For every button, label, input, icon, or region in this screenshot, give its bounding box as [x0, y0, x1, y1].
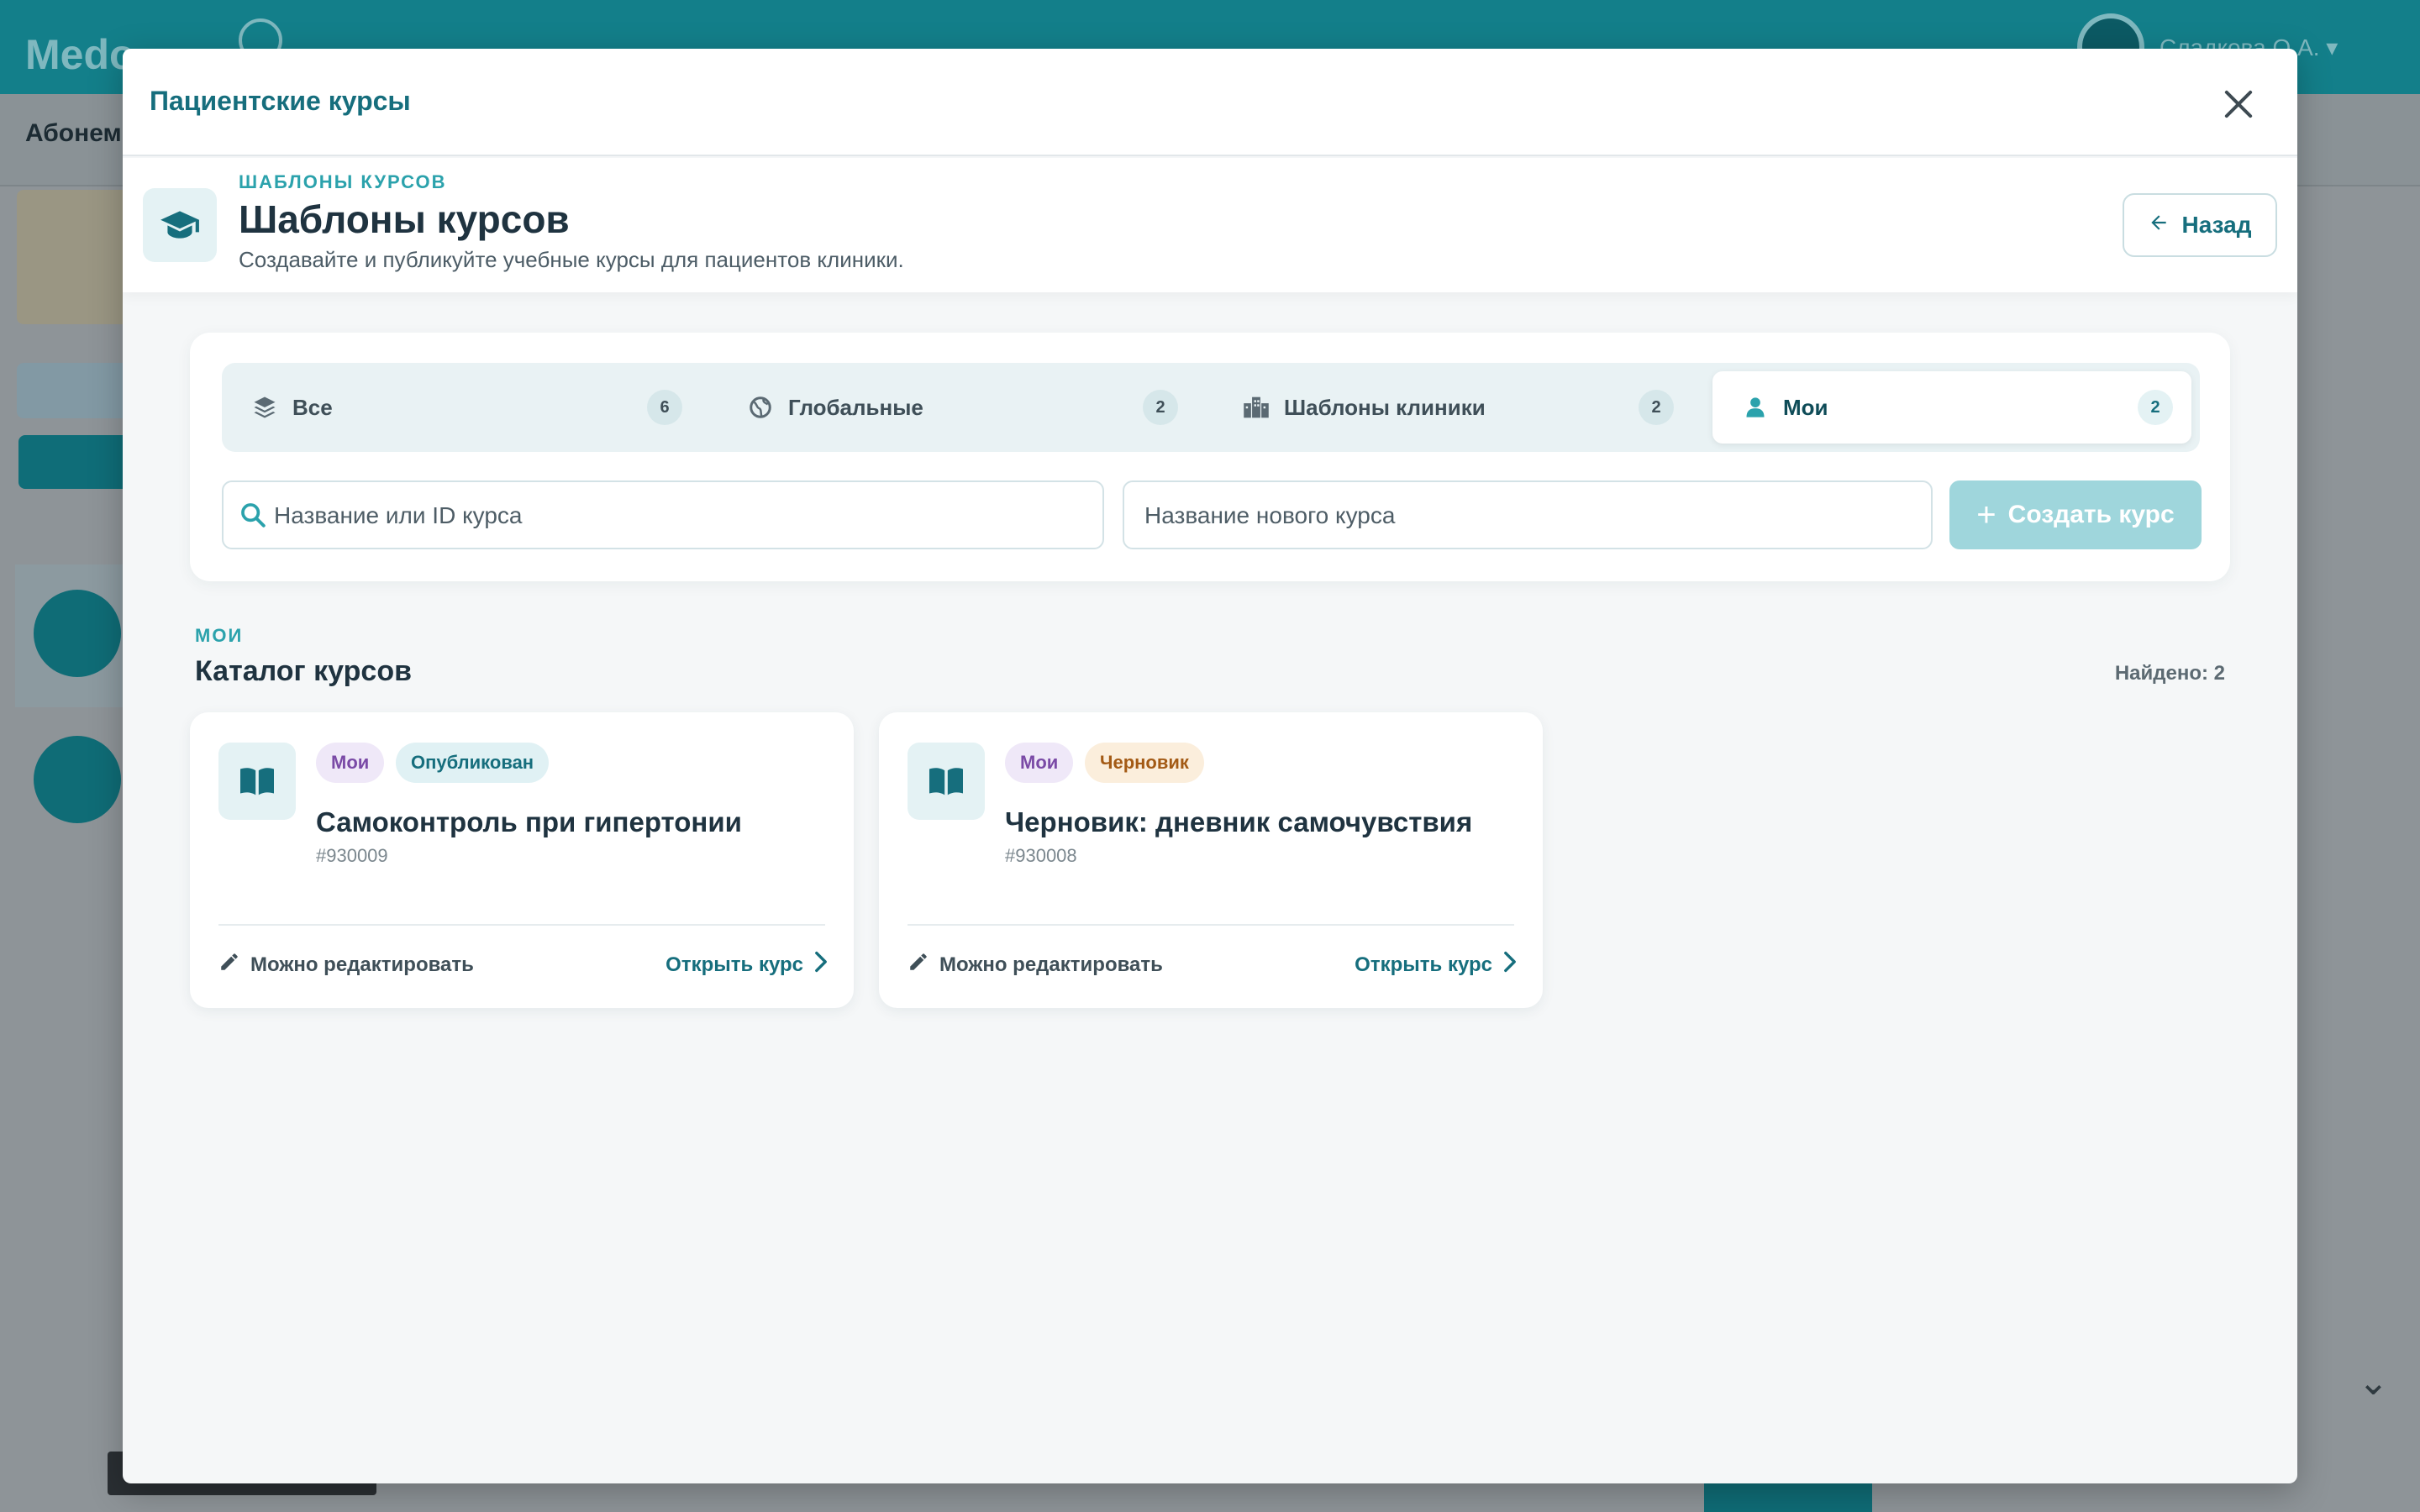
page-title: Шаблоны курсов [239, 197, 570, 241]
open-course-link[interactable]: Открыть курс [1355, 951, 1518, 979]
tab-count-badge: 2 [2138, 390, 2173, 425]
tab-global[interactable]: Глобальные 2 [718, 371, 1197, 444]
edit-permission-label: Можно редактировать [250, 953, 474, 976]
badge-owner: Мои [1005, 743, 1074, 783]
card-divider [908, 924, 1514, 926]
open-course-label: Открыть курс [1355, 953, 1492, 976]
layers-icon [250, 393, 279, 422]
modal-title: Пациентские курсы [150, 86, 411, 116]
edit-permission: Можно редактировать [218, 951, 474, 979]
building-icon [1242, 393, 1270, 422]
tab-clinic-templates[interactable]: Шаблоны клиники 2 [1213, 371, 1692, 444]
section-eyebrow: МОИ [195, 625, 244, 646]
close-icon[interactable] [2213, 79, 2264, 129]
user-icon [1741, 393, 1770, 422]
course-id: #930009 [316, 845, 388, 866]
patient-avatar [34, 736, 121, 823]
search-input[interactable] [274, 484, 1097, 548]
book-icon [218, 743, 296, 820]
page-header: ШАБЛОНЫ КУРСОВ Шаблоны курсов Создавайте… [123, 158, 2297, 292]
course-card[interactable]: Мои Черновик Черновик: дневник самочувст… [879, 712, 1543, 1008]
arrow-left-icon [2148, 212, 2170, 239]
chevron-right-icon [813, 951, 829, 979]
results-count: Найдено: 2 [2114, 662, 2225, 685]
page-subtitle: Создавайте и публикуйте учебные курсы дл… [239, 247, 904, 272]
course-id: #930008 [1005, 845, 1077, 866]
card-divider [218, 924, 825, 926]
open-course-label: Открыть курс [666, 953, 803, 976]
app-subbar-title: Абонем [25, 119, 122, 147]
tab-count-badge: 2 [1143, 390, 1178, 425]
tab-label: Глобальные [788, 395, 923, 420]
badge-owner: Мои [316, 743, 385, 783]
course-card[interactable]: Мои Опубликован Самоконтроль при гиперто… [190, 712, 854, 1008]
background-tab[interactable] [18, 435, 136, 489]
scope-tabs: Все 6 Глобальные 2 Шаблоны клиники 2 Мои… [222, 363, 2200, 452]
patient-avatar [34, 590, 121, 677]
back-button-label: Назад [2181, 212, 2252, 238]
new-course-field [1123, 480, 1933, 549]
tab-count-badge: 2 [1639, 390, 1674, 425]
back-button[interactable]: Назад [2123, 193, 2277, 257]
chevron-down-icon[interactable]: ⌄ [2358, 1361, 2389, 1404]
badge-status: Опубликован [396, 743, 550, 783]
app-logo: Medo [25, 31, 135, 78]
graduation-cap-icon [143, 188, 217, 262]
tab-count-badge: 6 [647, 390, 682, 425]
book-icon [908, 743, 985, 820]
create-course-label: Создать курс [2007, 501, 2175, 528]
pencil-icon [908, 951, 929, 979]
section-title: Каталог курсов [195, 655, 412, 687]
tab-all[interactable]: Все 6 [222, 371, 701, 444]
filter-card: Все 6 Глобальные 2 Шаблоны клиники 2 Мои… [190, 333, 2230, 581]
badge-status: Черновик [1085, 743, 1204, 783]
courses-modal: Пациентские курсы ШАБЛОНЫ КУРСОВ Шаблоны… [123, 49, 2297, 1483]
globe-icon [746, 393, 775, 422]
new-course-name-input[interactable] [1144, 484, 1918, 548]
chevron-right-icon [1502, 951, 1518, 979]
create-course-button[interactable]: + Создать курс [1949, 480, 2202, 549]
tab-mine[interactable]: Мои 2 [1712, 371, 2191, 444]
modal-header: Пациентские курсы [123, 49, 2297, 156]
page-eyebrow: ШАБЛОНЫ КУРСОВ [239, 171, 447, 192]
tab-label: Все [292, 395, 333, 420]
edit-permission: Можно редактировать [908, 951, 1163, 979]
plus-icon: + [1976, 496, 1996, 533]
course-title: Черновик: дневник самочувствия [1005, 806, 1473, 837]
tab-label: Шаблоны клиники [1284, 395, 1486, 420]
pencil-icon [218, 951, 240, 979]
open-course-link[interactable]: Открыть курс [666, 951, 829, 979]
course-title: Самоконтроль при гипертонии [316, 806, 742, 837]
search-field [222, 480, 1104, 549]
edit-permission-label: Можно редактировать [939, 953, 1163, 976]
tab-label: Мои [1783, 395, 1828, 420]
search-icon [239, 501, 269, 531]
